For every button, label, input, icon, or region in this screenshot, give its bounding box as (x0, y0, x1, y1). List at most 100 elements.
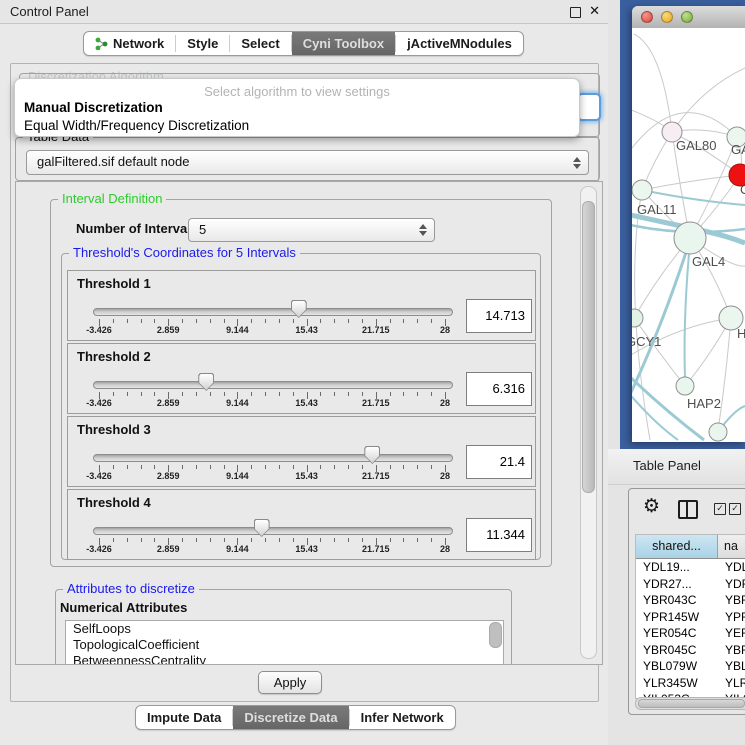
tab-cyni-toolbox[interactable]: Cyni Toolbox (292, 32, 395, 55)
close-icon[interactable]: ✕ (589, 3, 600, 19)
table-row[interactable]: YBL079WYBL0 (636, 658, 745, 675)
attribute-list-item[interactable]: BetweennessCentrality (66, 653, 503, 665)
threshold-value-field[interactable]: 21.4 (466, 445, 532, 479)
thresholds-group-label: Threshold's Coordinates for 5 Intervals (69, 245, 300, 260)
numerical-attributes-list[interactable]: SelfLoopsTopologicalCoefficientBetweenne… (65, 620, 504, 665)
list-scrollbar[interactable] (489, 622, 502, 648)
tab-jactivemnodules[interactable]: jActiveMNodules (396, 32, 523, 55)
slider-tick (390, 319, 391, 323)
column-header-na[interactable]: na (718, 535, 745, 558)
table-row[interactable]: YBR043CYBR0 (636, 592, 745, 609)
thresholds-group: Threshold's Coordinates for 5 Intervals … (61, 253, 541, 560)
table-row[interactable]: YPR145WYPR1 (636, 609, 745, 626)
attribute-list-item[interactable]: TopologicalCoefficient (66, 637, 503, 653)
node-attribute-table[interactable]: shared...naYDL19...YDL1YDR27...YDR2YBR04… (635, 534, 745, 699)
slider-tick (390, 465, 391, 469)
table-row[interactable]: YDR27...YDR2 (636, 576, 745, 593)
slider-tick (417, 538, 418, 542)
threshold-value-field[interactable]: 6.316 (466, 372, 532, 406)
number-of-intervals-combobox[interactable]: 5 (188, 218, 435, 242)
table-row[interactable]: YLR345WYLR3 (636, 675, 745, 692)
column-header-shared-[interactable]: shared... (636, 535, 718, 558)
network-node-gal11[interactable] (632, 180, 652, 200)
settings-scrollbar-thumb[interactable] (582, 201, 595, 493)
slider-tick (210, 392, 211, 396)
table-row[interactable]: YER054CYER0 (636, 625, 745, 642)
network-node-gal4[interactable] (674, 222, 706, 254)
slider-tick (431, 465, 432, 469)
slider-tick (348, 392, 349, 396)
slider-tick (196, 319, 197, 323)
settings-scrollbar[interactable] (580, 186, 597, 659)
slider-track[interactable] (93, 381, 453, 389)
network-node-label: GA (731, 142, 745, 157)
cyni-toolbox-panel: Discretization Algorithm Table Data galF… (10, 63, 599, 702)
algorithm-option-equal-width-frequency-discretization[interactable]: Equal Width/Frequency Discretization (24, 118, 249, 133)
attributes-group: Attributes to discretize Numerical Attri… (55, 589, 512, 665)
tab-label: Infer Network (361, 710, 444, 725)
select-none-checkbox-icon[interactable]: ✓ (729, 503, 741, 515)
numerical-attributes-label: Numerical Attributes (60, 600, 187, 615)
slider-tick (403, 465, 404, 469)
slider-tick (279, 538, 280, 542)
slider-tick (141, 538, 142, 542)
close-traffic-light-icon[interactable] (641, 11, 653, 23)
algorithm-dropdown-popup: Select algorithm to view settings Manual… (14, 78, 580, 137)
network-canvas[interactable]: GAL80GACGAL11GAL4GCY1HHAP2 (632, 28, 745, 442)
algorithm-combo-focus-button[interactable] (577, 93, 601, 121)
minimize-traffic-light-icon[interactable] (661, 11, 673, 23)
table-cell: YER054C (636, 625, 718, 642)
network-node-gcy1[interactable] (632, 309, 643, 327)
slider-tick (251, 465, 252, 469)
split-columns-icon[interactable] (678, 500, 698, 519)
table-scrollbar-thumb[interactable] (638, 699, 745, 708)
apply-button[interactable]: Apply (258, 671, 322, 694)
slider-tick (127, 392, 128, 396)
slider-tick (431, 538, 432, 542)
table-cell: YDL19... (636, 559, 718, 576)
table-row[interactable]: YDL19...YDL1 (636, 559, 745, 576)
slider-tick (224, 319, 225, 323)
algorithm-option-manual-discretization[interactable]: Manual Discretization (24, 100, 163, 115)
table-panel-body: ⚙ ✓ ✓ shared...naYDL19...YDL1YDR27...YDR… (628, 488, 745, 715)
slider-tick (251, 392, 252, 396)
slider-track[interactable] (93, 308, 453, 316)
network-window-titlebar (632, 6, 745, 29)
slider-tick (154, 319, 155, 323)
zoom-traffic-light-icon[interactable] (681, 11, 693, 23)
threshold-value-field[interactable]: 11.344 (466, 518, 532, 552)
network-graph[interactable]: GAL80GACGAL11GAL4GCY1HHAP2 (632, 28, 745, 442)
slider-tick (182, 538, 183, 542)
table-cell: YBR0 (718, 592, 745, 609)
slider-tick (293, 392, 294, 396)
tab-discretize-data[interactable]: Discretize Data (233, 706, 348, 729)
float-window-icon[interactable] (570, 7, 581, 18)
tab-style[interactable]: Style (176, 32, 229, 55)
slider-tick-label: 15.43 (295, 325, 318, 335)
slider-tick (210, 319, 211, 323)
gear-icon[interactable]: ⚙ (643, 495, 660, 518)
threshold-value-field[interactable]: 14.713 (466, 299, 532, 333)
attribute-list-item[interactable]: SelfLoops (66, 621, 503, 637)
tab-network[interactable]: Network (84, 32, 175, 55)
slider-track[interactable] (93, 454, 453, 462)
select-all-checkbox-icon[interactable]: ✓ (714, 503, 726, 515)
tab-impute-data[interactable]: Impute Data (136, 706, 232, 729)
slider-tick (320, 392, 321, 396)
network-node-label: H (737, 326, 745, 341)
slider-tick (362, 319, 363, 323)
slider-tick (279, 392, 280, 396)
network-edge (685, 242, 690, 378)
table-horizontal-scrollbar[interactable] (635, 697, 745, 710)
network-node[interactable] (709, 423, 727, 441)
tab-select[interactable]: Select (230, 32, 290, 55)
table-cell: YDR2 (718, 576, 745, 593)
table-row[interactable]: YBR045CYBR0 (636, 642, 745, 659)
threshold-label: Threshold 4 (77, 495, 151, 510)
table-data-combobox[interactable]: galFiltered.sif default node (26, 150, 589, 175)
network-node-hap2[interactable] (676, 377, 694, 395)
slider-track[interactable] (93, 527, 453, 535)
tab-infer-network[interactable]: Infer Network (350, 706, 455, 729)
desktop-background: GAL80GACGAL11GAL4GCY1HHAP2 (620, 0, 745, 449)
slider-tick (348, 538, 349, 542)
